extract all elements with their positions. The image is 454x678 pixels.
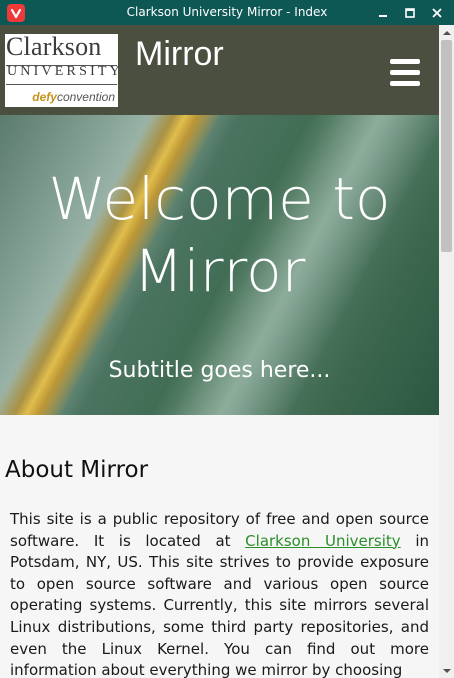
site-navbar: Clarkson UNIVERSITY defyconvention Mirro… bbox=[0, 25, 439, 115]
logo-rule-bottom bbox=[6, 84, 117, 85]
about-heading: About Mirror bbox=[5, 457, 149, 483]
logo-university: UNIVERSITY bbox=[7, 64, 123, 79]
window-titlebar: Clarkson University Mirror - Index bbox=[0, 0, 454, 25]
hamburger-bar bbox=[390, 59, 420, 64]
clarkson-university-link[interactable]: Clarkson University bbox=[245, 532, 401, 550]
hero-banner: Welcome to Mirror Subtitle goes here... bbox=[0, 115, 439, 415]
hamburger-bar bbox=[390, 81, 420, 86]
minimize-icon[interactable] bbox=[370, 0, 396, 25]
logo-clarkson: Clarkson bbox=[6, 32, 102, 61]
logo-tag-defy: defy bbox=[32, 90, 57, 104]
about-text-after: in Potsdam, NY, US. This site strives to… bbox=[10, 531, 429, 678]
navbar-brand[interactable]: Mirror bbox=[135, 35, 224, 74]
scroll-thumb[interactable] bbox=[441, 40, 452, 252]
hamburger-menu-icon[interactable] bbox=[390, 59, 420, 86]
close-icon[interactable] bbox=[424, 0, 450, 25]
logo-tagline: defyconvention bbox=[32, 90, 115, 104]
page-viewport: Clarkson UNIVERSITY defyconvention Mirro… bbox=[0, 25, 439, 678]
maximize-icon[interactable] bbox=[397, 0, 423, 25]
vertical-scrollbar[interactable] bbox=[439, 25, 454, 678]
hamburger-bar bbox=[390, 70, 420, 75]
hero-title: Welcome to Mirror bbox=[48, 165, 391, 305]
scroll-up-icon[interactable] bbox=[439, 25, 454, 40]
clarkson-logo[interactable]: Clarkson UNIVERSITY defyconvention bbox=[5, 32, 120, 107]
hero-subtitle: Subtitle goes here... bbox=[108, 358, 331, 383]
logo-tag-convention: convention bbox=[56, 90, 115, 104]
scroll-down-icon[interactable] bbox=[439, 663, 454, 678]
about-paragraph: This site is a public repository of free… bbox=[10, 509, 429, 678]
